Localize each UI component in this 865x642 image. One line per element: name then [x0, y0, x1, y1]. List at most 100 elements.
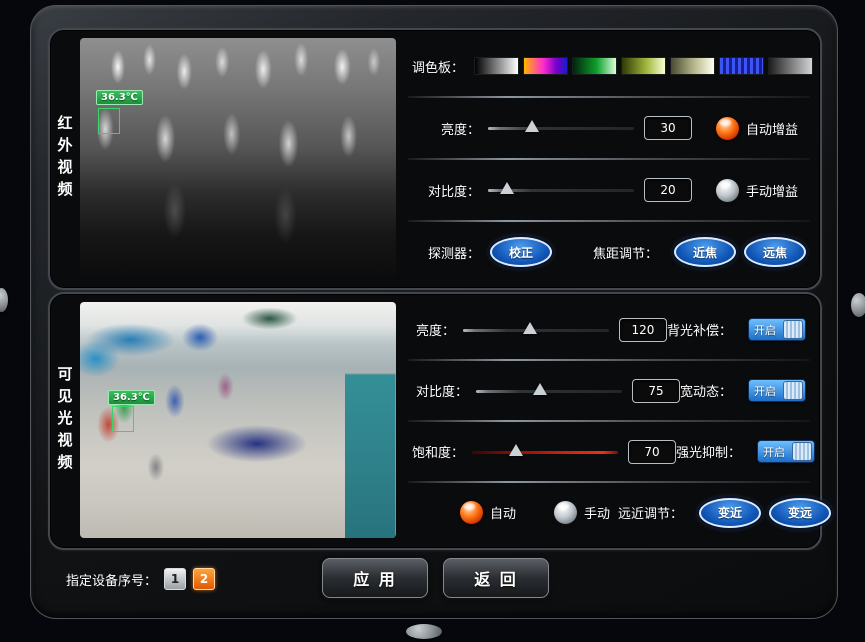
- vis-saturation-label: 饱和度：: [412, 442, 464, 461]
- toggle-handle[interactable]: [792, 442, 812, 461]
- slider-thumb[interactable]: [509, 444, 523, 456]
- apply-button[interactable]: 应 用: [322, 558, 428, 598]
- visible-controls: 亮度： 120 背光补偿： 开启 对比度：: [406, 300, 812, 542]
- wdr-toggle-state: 开启: [749, 383, 776, 399]
- hlc-group: 强光抑制： 开启: [676, 440, 815, 463]
- tracking-box: [112, 406, 134, 432]
- manual-mode-radio-ball[interactable]: [554, 501, 577, 524]
- manual-mode-label: 手动: [584, 503, 610, 522]
- slider-thumb[interactable]: [523, 322, 537, 334]
- focus-near-button[interactable]: 近焦: [674, 237, 736, 267]
- device-selector-label: 指定设备序号：: [66, 570, 157, 589]
- ir-brightness-row: 亮度： 30 自动增益: [406, 98, 812, 158]
- palette-swatches: [474, 57, 813, 75]
- tracking-box: [98, 108, 120, 134]
- manual-mode-radio[interactable]: 手动: [554, 501, 618, 524]
- focus-far-button[interactable]: 远焦: [744, 237, 806, 267]
- auto-mode-radio[interactable]: 自动: [460, 501, 524, 524]
- vis-contrast-value[interactable]: 75: [632, 379, 680, 403]
- vis-saturation-value[interactable]: 70: [628, 440, 676, 464]
- wdr-toggle[interactable]: 开启: [748, 379, 806, 402]
- auto-gain-label: 自动增益: [746, 119, 798, 138]
- palette-swatch-sepia[interactable]: [670, 57, 715, 75]
- auto-gain-radio[interactable]: 自动增益: [716, 117, 806, 140]
- ir-contrast-label: 对比度：: [412, 181, 480, 200]
- vis-contrast-slider[interactable]: [476, 382, 622, 400]
- slider-thumb[interactable]: [500, 182, 514, 194]
- temperature-badge: 36.3℃: [108, 390, 155, 405]
- device-selector: 指定设备序号： 1 2: [66, 568, 215, 590]
- slider-track-red[interactable]: [472, 451, 618, 454]
- vis-brightness-value[interactable]: 120: [619, 318, 667, 342]
- zoom-label: 远近调节：: [618, 503, 683, 522]
- wdr-label: 宽动态：: [680, 381, 732, 400]
- manual-gain-radio-ball[interactable]: [716, 179, 739, 202]
- infrared-scene: [80, 38, 396, 278]
- slider-track[interactable]: [476, 390, 622, 393]
- zoom-near-button[interactable]: 变近: [699, 498, 761, 528]
- ir-brightness-value[interactable]: 30: [644, 116, 692, 140]
- detector-label: 探测器：: [412, 243, 480, 262]
- backlight-toggle[interactable]: 开启: [748, 318, 806, 341]
- slider-thumb[interactable]: [533, 383, 547, 395]
- focus-group: 焦距调节： 近焦 远焦: [593, 237, 806, 267]
- toggle-handle[interactable]: [783, 381, 803, 400]
- vis-saturation-row: 饱和度： 70 强光抑制： 开启: [406, 422, 812, 481]
- backlight-toggle-state: 开启: [749, 322, 776, 338]
- camera-settings-screen: 红外视频 36.3℃ 调色板： 亮度：: [0, 0, 865, 642]
- ir-contrast-value[interactable]: 20: [644, 178, 692, 202]
- edge-notch-left: [0, 288, 8, 312]
- palette-swatch-iron[interactable]: [523, 57, 568, 75]
- auto-mode-label: 自动: [490, 503, 516, 522]
- vis-contrast-label: 对比度：: [412, 381, 468, 400]
- palette-swatch-yellow-green[interactable]: [621, 57, 666, 75]
- backlight-label: 背光补偿：: [667, 320, 732, 339]
- palette-swatch-green[interactable]: [572, 57, 617, 75]
- ir-contrast-slider[interactable]: [488, 181, 634, 199]
- device-2-button[interactable]: 2: [193, 568, 215, 590]
- zoom-far-button[interactable]: 变远: [769, 498, 831, 528]
- slider-track[interactable]: [488, 127, 634, 130]
- wdr-group: 宽动态： 开启: [680, 379, 806, 402]
- auto-mode-radio-ball[interactable]: [460, 501, 483, 524]
- vis-brightness-label: 亮度：: [412, 320, 455, 339]
- infrared-panel-title: 红外视频: [52, 30, 78, 288]
- hlc-toggle-state: 开启: [758, 444, 785, 460]
- vis-contrast-row: 对比度： 75 宽动态： 开启: [406, 361, 812, 420]
- vis-brightness-slider[interactable]: [463, 321, 609, 339]
- manual-gain-radio[interactable]: 手动增益: [716, 179, 806, 202]
- vis-saturation-slider[interactable]: [472, 443, 618, 461]
- visible-panel-title: 可见光视频: [52, 294, 78, 548]
- infrared-panel: 红外视频 36.3℃ 调色板： 亮度：: [48, 28, 822, 290]
- ir-brightness-slider[interactable]: [488, 119, 634, 137]
- device-1-button[interactable]: 1: [164, 568, 186, 590]
- edge-notch-right: [851, 293, 865, 317]
- visible-video-feed: 36.3℃: [80, 302, 396, 538]
- focus-label: 焦距调节：: [593, 243, 658, 262]
- hlc-label: 强光抑制：: [676, 442, 741, 461]
- palette-swatch-white-hot[interactable]: [474, 57, 519, 75]
- palette-label: 调色板：: [412, 57, 464, 76]
- ir-contrast-row: 对比度： 20 手动增益: [406, 160, 812, 220]
- manual-gain-label: 手动增益: [746, 181, 798, 200]
- palette-swatch-blue-stripes[interactable]: [719, 57, 764, 75]
- vis-brightness-row: 亮度： 120 背光补偿： 开启: [406, 300, 812, 359]
- back-button[interactable]: 返 回: [443, 558, 549, 598]
- backlight-group: 背光补偿： 开启: [667, 318, 806, 341]
- hlc-toggle[interactable]: 开启: [757, 440, 815, 463]
- ir-brightness-label: 亮度：: [412, 119, 480, 138]
- detector-row: 探测器： 校正 焦距调节： 近焦 远焦: [406, 222, 812, 282]
- calibrate-button[interactable]: 校正: [490, 237, 552, 267]
- auto-gain-radio-ball[interactable]: [716, 117, 739, 140]
- vis-mode-row: 自动 手动 远近调节： 变近 变远: [406, 483, 812, 542]
- infrared-video-feed: 36.3℃: [80, 38, 396, 278]
- slider-thumb[interactable]: [525, 120, 539, 132]
- palette-swatch-gray[interactable]: [768, 57, 813, 75]
- toggle-handle[interactable]: [783, 320, 803, 339]
- palette-row: 调色板：: [406, 36, 812, 96]
- temperature-badge: 36.3℃: [96, 90, 143, 105]
- edge-notch-bottom: [406, 624, 442, 639]
- infrared-controls: 调色板： 亮度： 30: [406, 36, 812, 282]
- zoom-group: 远近调节： 变近 变远: [618, 498, 831, 528]
- visible-panel: 可见光视频 36.3℃ 亮度： 120 背光补偿： 开启: [48, 292, 822, 550]
